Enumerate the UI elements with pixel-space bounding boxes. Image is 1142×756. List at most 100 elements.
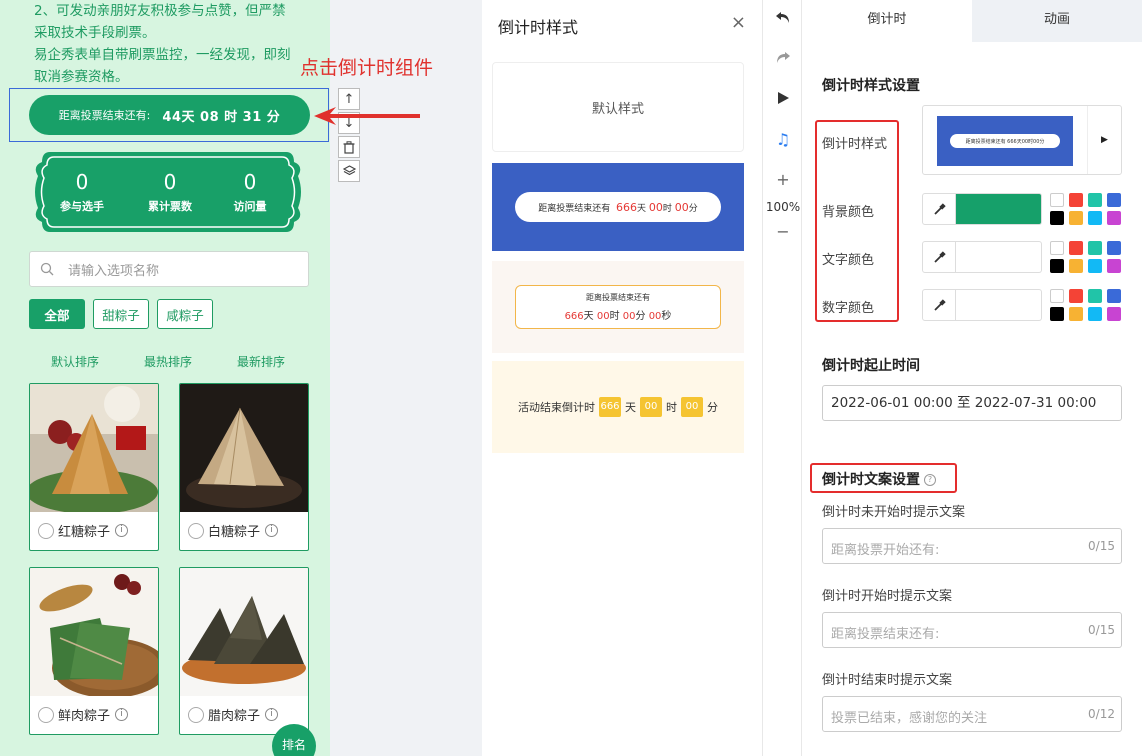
bg-color-palette[interactable]	[1050, 193, 1122, 225]
palette-swatch[interactable]	[1050, 241, 1064, 255]
option-card[interactable]: 鲜肉粽子 i	[29, 567, 159, 735]
palette-swatch[interactable]	[1088, 241, 1102, 255]
redo-icon[interactable]	[763, 50, 803, 69]
palette-swatch[interactable]	[1107, 211, 1121, 225]
section-title: 倒计时样式设置	[822, 78, 920, 94]
palette-swatch[interactable]	[1050, 307, 1064, 321]
option-radio[interactable]	[188, 522, 204, 539]
option-card[interactable]: 白糖粽子 i	[179, 383, 309, 551]
countdown-component[interactable]: 距离投票结束还有: 44天 08 时 31 分	[9, 88, 329, 142]
palette-swatch[interactable]	[1069, 241, 1083, 255]
palette-swatch[interactable]	[1050, 259, 1064, 273]
style-option-yellow[interactable]: 活动结束倒计时 666 天 00 时 00 分	[492, 361, 744, 453]
palette-swatch[interactable]	[1088, 211, 1102, 225]
info-icon[interactable]: i	[115, 708, 129, 721]
zongzi-image	[30, 568, 158, 696]
palette-swatch[interactable]	[1088, 307, 1102, 321]
text-color-swatch[interactable]	[956, 241, 1042, 273]
option-radio[interactable]	[38, 706, 54, 723]
num-color-swatch[interactable]	[956, 289, 1042, 321]
stat-value: 0	[243, 170, 257, 194]
palette-swatch[interactable]	[1107, 307, 1121, 321]
palette-swatch[interactable]	[1088, 259, 1102, 273]
countdown-pill[interactable]: 距离投票结束还有: 44天 08 时 31 分	[29, 95, 310, 135]
style-option-blue[interactable]: 距离投票结束还有 666 天 00 时 00 分	[492, 163, 744, 251]
stats-panel: 0 参与选手 0 累计票数 0 访问量	[32, 152, 304, 232]
category-all[interactable]: 全部	[29, 299, 85, 329]
input-placeholder: 距离投票结束还有:	[831, 627, 940, 642]
palette-swatch[interactable]	[1050, 211, 1064, 225]
countdown-style-panel: 倒计时样式 × 默认样式 距离投票结束还有 666 天 00 时 00 分 距离…	[482, 0, 762, 756]
option-radio[interactable]	[188, 706, 204, 723]
close-icon[interactable]: ×	[731, 12, 746, 33]
eyedropper-icon[interactable]	[922, 289, 956, 321]
char-count: 0/15	[1088, 539, 1115, 553]
palette-swatch[interactable]	[1069, 211, 1083, 225]
category-sweet[interactable]: 甜粽子	[93, 299, 149, 329]
notice-line: 采取技术手段刷票。	[34, 25, 156, 41]
field-label: 倒计时开始时提示文案	[822, 589, 953, 604]
delete-icon[interactable]	[338, 136, 360, 158]
undo-icon[interactable]	[763, 10, 803, 29]
info-icon[interactable]: i	[265, 708, 279, 721]
tab-animation[interactable]: 动画	[972, 0, 1142, 42]
style-selector[interactable]: 距离投票结束还有 666天00时00分 ▶	[922, 105, 1122, 175]
zongzi-image	[180, 384, 308, 512]
palette-swatch[interactable]	[1069, 307, 1083, 321]
date-range-input[interactable]: 2022-06-01 00:00 至 2022-07-31 00:00	[822, 385, 1122, 421]
option-card[interactable]: 腊肉粽子 i	[179, 567, 309, 735]
bg-color-swatch[interactable]	[956, 193, 1042, 225]
search-icon	[40, 262, 54, 276]
countdown-prefix: 距离投票结束还有:	[58, 109, 151, 122]
palette-swatch[interactable]	[1107, 241, 1121, 255]
palette-swatch[interactable]	[1107, 259, 1121, 273]
zongzi-image	[180, 568, 308, 696]
layers-icon[interactable]	[338, 160, 360, 182]
style-option-orange[interactable]: 距离投票结束还有 666天 00时 00分 00秒	[492, 261, 744, 353]
not-started-text-input[interactable]: 距离投票开始还有: 0/15	[822, 528, 1122, 564]
palette-swatch[interactable]	[1107, 289, 1121, 303]
style-option-label: 默认样式	[591, 101, 644, 117]
sample-unit: 分	[635, 311, 646, 322]
sample-unit: 秒	[661, 311, 672, 322]
sample-unit: 分	[707, 401, 718, 414]
info-icon[interactable]: i	[265, 524, 279, 537]
tab-countdown[interactable]: 倒计时	[802, 0, 972, 42]
music-icon[interactable]: ♫	[763, 130, 803, 149]
sort-newest[interactable]: 最新排序	[237, 353, 285, 370]
option-name-row: 腊肉粽子 i	[188, 705, 279, 724]
bg-color-field[interactable]	[922, 193, 1042, 225]
palette-swatch[interactable]	[1107, 193, 1121, 207]
style-sample: 距离投票结束还有 666天 00时 00分 00秒	[515, 285, 721, 329]
option-radio[interactable]	[38, 522, 54, 539]
palette-swatch[interactable]	[1088, 193, 1102, 207]
num-color-field[interactable]	[922, 289, 1042, 321]
num-color-palette[interactable]	[1050, 289, 1122, 321]
category-salty[interactable]: 咸粽子	[157, 299, 213, 329]
sort-default[interactable]: 默认排序	[51, 353, 99, 370]
play-icon[interactable]	[763, 90, 803, 109]
palette-swatch[interactable]	[1088, 289, 1102, 303]
eyedropper-icon[interactable]	[922, 241, 956, 273]
sort-hottest[interactable]: 最热排序	[144, 353, 192, 370]
zoom-in-icon[interactable]: +	[763, 170, 803, 189]
panel-title: 倒计时样式	[498, 18, 579, 37]
zoom-out-icon[interactable]: −	[763, 222, 803, 241]
search-input[interactable]: 请输入选项名称	[29, 251, 309, 287]
style-option-default[interactable]: 默认样式	[492, 62, 744, 152]
caret-right-icon[interactable]: ▶	[1087, 106, 1121, 174]
text-color-field[interactable]	[922, 241, 1042, 273]
text-color-palette[interactable]	[1050, 241, 1122, 273]
palette-swatch[interactable]	[1069, 193, 1083, 207]
palette-swatch[interactable]	[1069, 289, 1083, 303]
eyedropper-icon[interactable]	[922, 193, 956, 225]
ended-text-input[interactable]: 投票已结束，感谢您的关注 0/12	[822, 696, 1122, 732]
started-text-input[interactable]: 距离投票结束还有: 0/15	[822, 612, 1122, 648]
palette-swatch[interactable]	[1069, 259, 1083, 273]
option-card[interactable]: 红糖粽子 i	[29, 383, 159, 551]
palette-swatch[interactable]	[1050, 289, 1064, 303]
palette-swatch[interactable]	[1050, 193, 1064, 207]
rank-button[interactable]: 排名	[272, 724, 316, 756]
countdown-value: 44天 08 时 31 分	[162, 109, 281, 125]
info-icon[interactable]: i	[115, 524, 129, 537]
